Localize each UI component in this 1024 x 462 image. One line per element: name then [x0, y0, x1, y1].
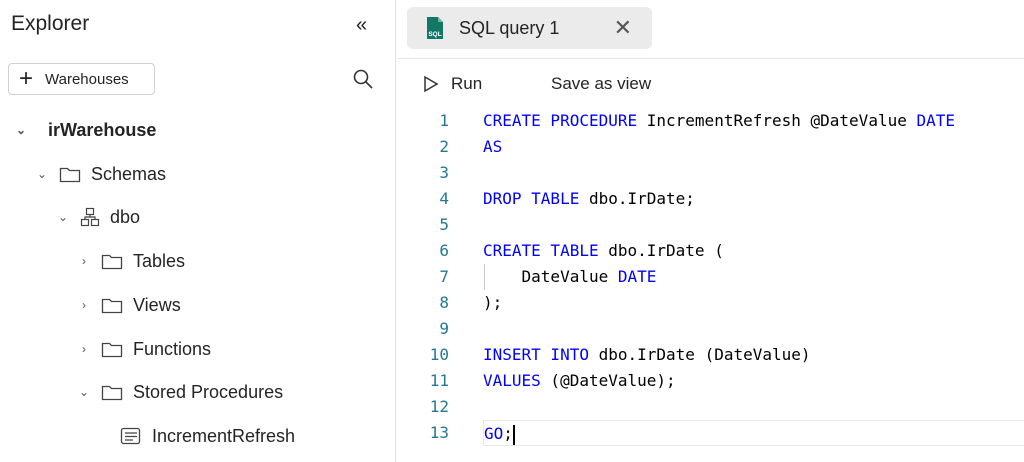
code-line[interactable]: ); — [483, 290, 1024, 316]
keyword-token: GO — [484, 424, 504, 443]
keyword-token: CREATE TABLE — [483, 241, 599, 260]
code-line[interactable]: VALUES (@DateValue); — [483, 368, 1024, 394]
stored-procedure-icon — [120, 427, 142, 445]
tree-item-irwarehouse[interactable]: ⌄ irWarehouse — [14, 115, 156, 145]
code-token: dbo.IrDate; — [579, 189, 695, 208]
add-warehouses-label: Warehouses — [45, 70, 129, 88]
keyword-token: DROP TABLE — [483, 189, 580, 208]
line-number: 2 — [439, 137, 449, 156]
line-number: 6 — [439, 241, 449, 260]
add-warehouses-button[interactable]: + Warehouses — [8, 63, 155, 95]
keyword-token: CREATE PROCEDURE — [483, 111, 638, 130]
schema-icon — [80, 207, 100, 227]
code-line[interactable]: DateValue DATE — [483, 264, 1024, 290]
explorer-title: Explorer — [11, 12, 90, 35]
divider — [397, 58, 1024, 59]
line-number: 13 — [429, 423, 449, 442]
svg-text:SQL: SQL — [428, 31, 441, 38]
line-number: 4 — [439, 189, 449, 208]
tree-item-dbo[interactable]: ⌄ dbo — [56, 202, 140, 232]
line-number: 11 — [429, 371, 449, 390]
chevron-right-icon[interactable]: › — [77, 342, 91, 356]
folder-icon — [101, 383, 123, 401]
play-icon — [424, 75, 439, 93]
code-line[interactable] — [483, 394, 1024, 420]
collapse-panel-icon[interactable]: « — [356, 14, 367, 37]
line-number: 5 — [439, 215, 449, 234]
search-icon[interactable] — [352, 68, 374, 95]
keyword-token: DATE — [916, 111, 956, 130]
editor-area: SQL SQL query 1 ✕ Run Save as view 1 CREA… — [397, 0, 1024, 462]
code-line[interactable] — [483, 160, 1024, 186]
keyword-token: INSERT INTO — [483, 345, 589, 364]
keyword-token: VALUES — [483, 371, 541, 390]
tree-item-schemas[interactable]: ⌄ Schemas — [35, 159, 166, 189]
chevron-down-icon[interactable]: ⌄ — [77, 385, 91, 399]
code-token: DateValue — [483, 267, 618, 286]
code-token: (@DateValue); — [540, 371, 676, 390]
folder-icon — [101, 296, 123, 314]
line-number: 12 — [429, 397, 449, 416]
code-line[interactable]: CREATE TABLE dbo.IrDate ( — [483, 238, 1024, 264]
explorer-panel: Explorer « + Warehouses ⌄ irWarehouse ⌄ … — [0, 0, 396, 462]
line-number: 10 — [429, 345, 449, 364]
tree-item-stored-procedures[interactable]: ⌄ Stored Procedures — [77, 377, 283, 407]
chevron-down-icon[interactable]: ⌄ — [35, 167, 49, 181]
folder-icon — [101, 252, 123, 270]
code-line[interactable]: CREATE PROCEDURE IncrementRefresh @DateV… — [483, 108, 1024, 134]
line-number: 7 — [439, 267, 449, 286]
run-button[interactable]: Run — [423, 74, 482, 94]
folder-icon — [59, 165, 81, 183]
code-token: ); — [483, 293, 503, 312]
code-line[interactable]: GO; — [483, 420, 1024, 446]
chevron-right-icon[interactable]: › — [77, 254, 91, 268]
code-line[interactable] — [483, 212, 1024, 238]
indent-guide — [484, 264, 485, 290]
line-number: 8 — [439, 293, 449, 312]
save-as-view-button[interactable]: Save as view — [551, 74, 651, 94]
plus-icon: + — [19, 65, 34, 92]
tree-item-views[interactable]: › Views — [77, 290, 181, 320]
tree-item-incrementrefresh[interactable]: IncrementRefresh — [120, 421, 295, 451]
keyword-token: AS — [483, 137, 503, 156]
line-number: 9 — [439, 319, 449, 338]
code-line[interactable]: AS — [483, 134, 1024, 160]
code-line[interactable]: DROP TABLE dbo.IrDate; — [483, 186, 1024, 212]
text-cursor — [512, 424, 515, 445]
folder-icon — [101, 340, 123, 358]
code-token: dbo.IrDate (DateValue) — [588, 345, 811, 364]
tree-item-functions[interactable]: › Functions — [77, 334, 211, 364]
code-line[interactable]: INSERT INTO dbo.IrDate (DateValue) — [483, 342, 1024, 368]
close-tab-icon[interactable]: ✕ — [614, 15, 632, 41]
chevron-down-icon[interactable]: ⌄ — [14, 123, 28, 137]
sql-file-icon: SQL — [425, 16, 445, 40]
code-token: IncrementRefresh @DateValue — [637, 111, 917, 130]
code-token: dbo.IrDate ( — [598, 241, 724, 260]
chevron-down-icon[interactable]: ⌄ — [56, 210, 70, 224]
line-number: 3 — [439, 163, 449, 182]
chevron-right-icon[interactable]: › — [77, 298, 91, 312]
code-line[interactable] — [483, 316, 1024, 342]
tree-item-tables[interactable]: › Tables — [77, 246, 185, 276]
line-number: 1 — [439, 111, 449, 130]
keyword-token: DATE — [617, 267, 657, 286]
code-token: ; — [503, 424, 513, 443]
tab-sql-query-1[interactable]: SQL SQL query 1 ✕ — [407, 7, 652, 49]
